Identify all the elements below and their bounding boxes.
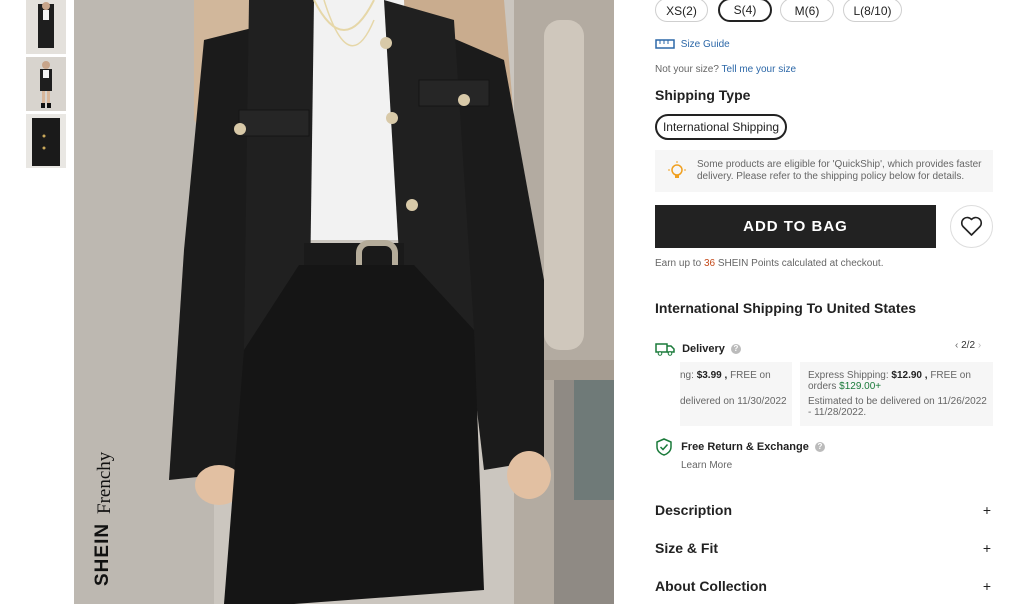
card1-price: $3.99	[696, 370, 722, 381]
points-suffix: SHEIN Points calculated at checkout.	[717, 258, 884, 269]
size-option-xs[interactable]: XS(2)	[655, 0, 708, 22]
delivery-pager: ‹ 2/2 ›	[955, 340, 981, 351]
accordion-about-label: About Collection	[655, 578, 767, 594]
card2-estimate: Estimated to be delivered on 11/26/2022 …	[808, 396, 987, 418]
points-prefix: Earn up to	[655, 258, 702, 269]
thumbnail-3[interactable]	[26, 114, 66, 168]
add-to-bag-button[interactable]: ADD TO BAG	[655, 205, 936, 248]
help-icon[interactable]: ?	[814, 442, 825, 452]
plus-icon: +	[982, 502, 991, 518]
help-icon[interactable]: ?	[730, 344, 741, 354]
quickship-notice: Some products are eligible for 'QuickShi…	[655, 150, 993, 192]
card1-free: FREE on	[730, 370, 771, 381]
not-your-size: Not your size? Tell me your size	[655, 64, 796, 75]
card1-line1: ng: $3.99 , FREE on	[680, 370, 771, 381]
delivery-card-express: Express Shipping: $12.90 , FREE on order…	[800, 362, 993, 426]
card1-sep: ,	[724, 370, 728, 381]
card1-line2: delivered on 11/30/2022	[680, 396, 787, 407]
learn-more-link[interactable]: Learn More	[681, 460, 732, 471]
wishlist-button[interactable]	[950, 205, 993, 248]
thumbnail-1[interactable]	[26, 0, 66, 54]
truck-icon	[655, 343, 675, 356]
card2-price: $12.90	[891, 370, 922, 381]
brand-name: SHEIN	[92, 523, 113, 586]
heart-icon	[960, 216, 983, 236]
accordion-about-collection[interactable]: About Collection +	[655, 578, 993, 594]
brand-watermark: SHEIN Frenchy	[88, 438, 116, 588]
plus-icon: +	[982, 540, 991, 556]
card1-prefix: ng:	[680, 370, 694, 381]
accordion-description[interactable]: Description +	[655, 502, 993, 518]
size-option-l[interactable]: L(8/10)	[843, 0, 902, 22]
shipping-option-international[interactable]: International Shipping	[655, 114, 787, 140]
accordion-size-fit-label: Size & Fit	[655, 540, 719, 556]
accordion-size-fit[interactable]: Size & Fit +	[655, 540, 993, 556]
card2-threshold: $129.00+	[839, 381, 882, 392]
not-your-size-text: Not your size?	[655, 64, 719, 75]
ruler-icon	[655, 39, 675, 49]
lightbulb-icon	[668, 161, 686, 178]
size-option-m[interactable]: M(6)	[780, 0, 834, 22]
free-return-row: Free Return & Exchange ?	[655, 438, 825, 456]
shipping-type-heading: Shipping Type	[655, 87, 751, 103]
accordion-description-label: Description	[655, 502, 733, 518]
delivery-label: Delivery	[682, 342, 725, 355]
shield-check-icon	[656, 438, 672, 456]
delivery-card-standard: ng: $3.99 , FREE on delivered on 11/30/2…	[680, 362, 792, 426]
quickship-notice-text: Some products are eligible for 'QuickShi…	[697, 159, 982, 182]
chevron-left-icon[interactable]: ‹	[955, 340, 958, 351]
thumbnail-2[interactable]	[26, 57, 66, 111]
size-option-s[interactable]: S(4)	[718, 0, 772, 22]
free-return-label: Free Return & Exchange	[681, 440, 809, 453]
card2-prefix: Express Shipping:	[808, 370, 889, 381]
brand-subline: Frenchy	[94, 451, 115, 514]
pager-count: 2/2	[961, 340, 976, 351]
delivery-header: Delivery ?	[655, 342, 741, 356]
international-shipping-heading: International Shipping To United States	[655, 300, 917, 316]
points-info: Earn up to 36 SHEIN Points calculated at…	[655, 258, 883, 269]
plus-icon: +	[982, 578, 991, 594]
main-product-image	[74, 0, 614, 604]
chevron-right-icon[interactable]: ›	[978, 340, 981, 351]
tell-me-size-link[interactable]: Tell me your size	[722, 64, 796, 75]
size-guide-label: Size Guide	[680, 38, 730, 50]
size-guide-link[interactable]: Size Guide	[655, 38, 730, 50]
card2-sep: ,	[924, 370, 928, 381]
card2-line1: Express Shipping: $12.90 , FREE on order…	[808, 370, 988, 392]
points-value: 36	[703, 258, 716, 269]
